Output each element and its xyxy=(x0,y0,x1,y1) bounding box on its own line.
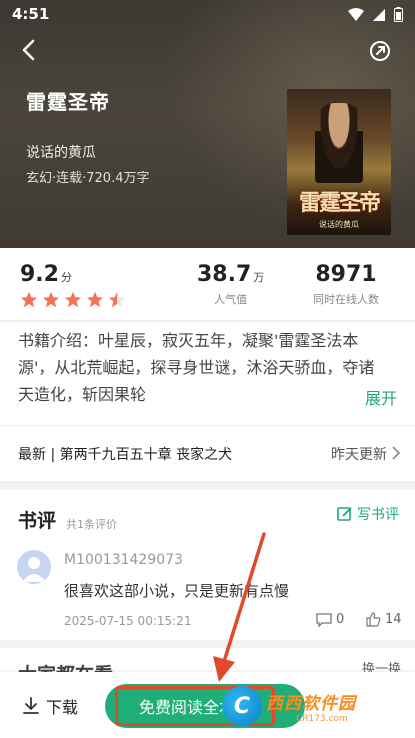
star-icon xyxy=(86,291,104,308)
comment-count: 0 xyxy=(336,612,345,627)
like-count: 14 xyxy=(385,612,402,627)
status-icons xyxy=(348,7,403,22)
online-stat: 8971 同时在线人数 xyxy=(313,262,379,307)
user-avatar-icon xyxy=(22,557,46,582)
popularity-stat: 38.7 万 人气值 xyxy=(197,262,264,307)
chevron-right-icon xyxy=(392,446,401,460)
reviewer-name: M100131429073 xyxy=(64,552,183,568)
status-time: 4:51 xyxy=(12,5,50,23)
star-icon xyxy=(42,291,60,308)
star-icon xyxy=(20,291,38,308)
free-read-label: 免费阅读全本 xyxy=(139,698,236,717)
watermark-icon: C xyxy=(222,686,262,726)
watermark-url: CR173.com xyxy=(296,713,348,724)
back-arrow-icon[interactable] xyxy=(18,38,42,62)
write-review-label: 写书评 xyxy=(357,507,399,523)
write-review-button[interactable]: 写书评 xyxy=(337,504,399,524)
edit-icon xyxy=(337,507,352,521)
book-title: 雷霆圣帝 xyxy=(26,90,110,114)
popularity-value: 38.7 万 xyxy=(197,262,265,287)
download-icon xyxy=(23,697,39,714)
review-count: 共1条评价 xyxy=(66,518,117,531)
star-icon xyxy=(108,291,126,308)
watermark-text: 西西软件园 xyxy=(266,693,356,714)
review-date: 2025-07-15 00:15:21 xyxy=(64,614,192,628)
book-cover[interactable]: 雷霆圣帝 说话的黄瓜 xyxy=(287,89,391,235)
status-bar: 4:51 xyxy=(0,0,415,30)
avatar[interactable] xyxy=(17,550,51,584)
expand-button[interactable]: 展开 xyxy=(365,385,397,409)
score: 9.2 分 xyxy=(20,262,72,287)
comment-button[interactable]: 0 xyxy=(316,612,344,627)
comment-icon xyxy=(316,612,332,627)
wifi-icon xyxy=(348,7,364,21)
online-value: 8971 xyxy=(315,262,377,287)
like-button[interactable]: 14 xyxy=(366,612,402,627)
watermark-logo: C 西西软件园 CR173.com xyxy=(222,684,394,728)
book-intro: 书籍介绍：叶星辰，寂灭五年，凝聚'雷霆圣法本源'，从北荒崛起，探寻身世谜，沐浴天… xyxy=(18,331,375,404)
book-author[interactable]: 说话的黄瓜 xyxy=(26,142,96,162)
annotation-arrow xyxy=(213,532,266,682)
latest-chapter[interactable]: 最新 | 第两千九百五十章 丧家之犬 xyxy=(18,444,232,464)
download-button[interactable]: 下载 xyxy=(22,694,78,718)
cover-author: 说话的黄瓜 xyxy=(319,220,359,229)
signal-icon xyxy=(373,8,385,21)
book-meta: 玄幻·连载·720.4万字 xyxy=(26,171,150,186)
cover-figure xyxy=(315,103,363,183)
rating-stars xyxy=(20,291,126,309)
star-icon xyxy=(64,291,82,308)
download-label: 下载 xyxy=(46,698,79,717)
popularity-label: 人气值 xyxy=(214,293,248,306)
thumbs-up-icon xyxy=(366,612,381,627)
divider xyxy=(0,321,415,322)
review-title: 书评 xyxy=(18,510,57,532)
online-label: 同时在线人数 xyxy=(313,293,379,306)
share-icon[interactable] xyxy=(369,40,391,62)
update-time: 昨天更新 xyxy=(331,447,387,463)
cover-title: 雷霆圣帝 xyxy=(298,190,381,216)
battery-icon xyxy=(394,7,403,22)
